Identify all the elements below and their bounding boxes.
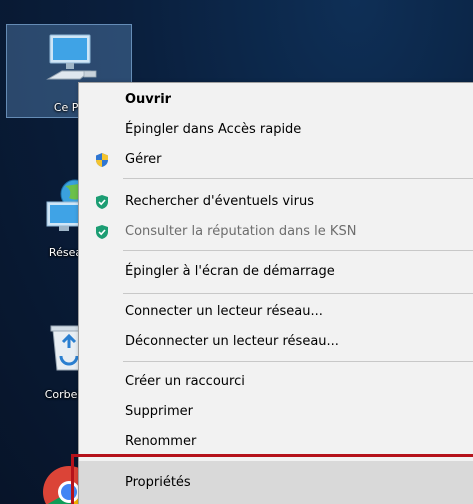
menu-item-label: Propriétés	[125, 475, 191, 490]
menu-item-map-network-drive[interactable]: Connecter un lecteur réseau...	[79, 297, 473, 327]
menu-item-label: Créer un raccourci	[125, 374, 245, 389]
menu-item-pin-start[interactable]: Épingler à l'écran de démarrage	[79, 257, 473, 287]
menu-item-open[interactable]: Ouvrir	[79, 85, 473, 115]
menu-separator	[123, 250, 473, 251]
menu-item-pin-quick-access[interactable]: Épingler dans Accès rapide	[79, 115, 473, 145]
menu-item-label: Gérer	[125, 152, 162, 167]
menu-item-ksn-reputation[interactable]: Consulter la réputation dans le KSN	[79, 217, 473, 247]
menu-item-label: Renommer	[125, 434, 197, 449]
menu-item-manage[interactable]: Gérer	[79, 145, 473, 175]
menu-item-disconnect-network-drive[interactable]: Déconnecter un lecteur réseau...	[79, 327, 473, 357]
menu-item-label: Ouvrir	[125, 92, 172, 107]
menu-item-label: Épingler à l'écran de démarrage	[125, 264, 335, 279]
menu-separator	[123, 361, 473, 362]
menu-item-label: Connecter un lecteur réseau...	[125, 304, 323, 319]
menu-item-properties[interactable]: Propriétés	[79, 461, 473, 504]
menu-item-delete[interactable]: Supprimer	[79, 397, 473, 427]
menu-item-label: Rechercher d'éventuels virus	[125, 194, 315, 209]
menu-item-rename[interactable]: Renommer	[79, 427, 473, 457]
menu-item-label: Consulter la réputation dans le KSN	[125, 224, 357, 239]
menu-item-label: Déconnecter un lecteur réseau...	[125, 334, 339, 349]
context-menu: Ouvrir Épingler dans Accès rapide Gérer …	[78, 82, 473, 504]
menu-item-label: Épingler dans Accès rapide	[125, 122, 302, 137]
menu-item-scan-virus[interactable]: Rechercher d'éventuels virus	[79, 187, 473, 217]
menu-item-create-shortcut[interactable]: Créer un raccourci	[79, 367, 473, 397]
kaspersky-shield-icon	[96, 225, 108, 239]
kaspersky-shield-icon	[96, 195, 108, 209]
menu-item-label: Supprimer	[125, 404, 193, 419]
menu-separator	[123, 293, 473, 294]
uac-shield-icon	[96, 153, 108, 167]
menu-separator	[123, 178, 473, 179]
